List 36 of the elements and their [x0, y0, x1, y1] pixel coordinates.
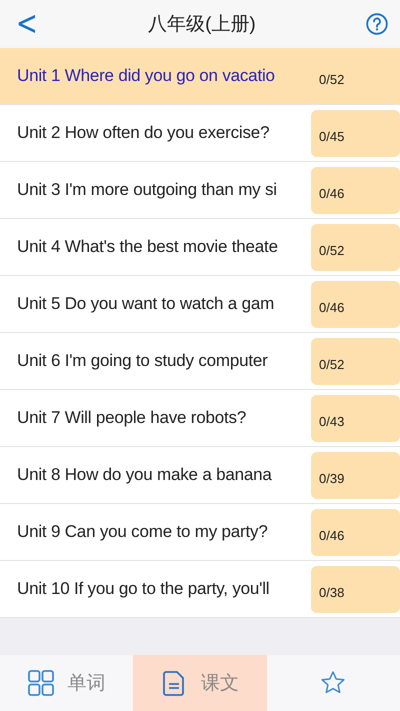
- star-icon: [320, 670, 346, 696]
- unit-title: Unit 1 Where did you go on vacatio: [17, 66, 276, 86]
- unit-row[interactable]: Unit 9 Can you come to my party? 0/46: [0, 504, 400, 561]
- progress-count: 0/46: [311, 166, 400, 214]
- unit-row[interactable]: Unit 3 I'm more outgoing than my si 0/46: [0, 162, 400, 219]
- unit-title: Unit 6 I'm going to study computer: [17, 351, 269, 371]
- progress-count: 0/38: [311, 566, 400, 612]
- progress-count: 0/46: [311, 280, 400, 328]
- document-icon: [160, 670, 187, 696]
- unit-title: Unit 10 If you go to the party, you'll: [17, 579, 270, 599]
- grid-icon: [28, 670, 54, 696]
- unit-row[interactable]: Unit 1 Where did you go on vacatio 0/52: [0, 48, 400, 105]
- unit-row[interactable]: Unit 5 Do you want to watch a gam 0/46: [0, 276, 400, 333]
- unit-title: Unit 7 Will people have robots?: [17, 408, 248, 428]
- unit-row[interactable]: Unit 2 How often do you exercise? 0/45: [0, 105, 400, 162]
- unit-row[interactable]: Unit 6 I'm going to study computer 0/52: [0, 333, 400, 390]
- unit-row[interactable]: Unit 8 How do you make a banana 0/39: [0, 447, 400, 504]
- progress-count: 0/43: [311, 394, 400, 442]
- unit-title: Unit 5 Do you want to watch a gam: [17, 294, 276, 314]
- unit-title: Unit 2 How often do you exercise?: [17, 123, 270, 143]
- back-button[interactable]: <: [16, 7, 38, 41]
- progress-count: 0/52: [311, 338, 400, 384]
- unit-row[interactable]: Unit 10 If you go to the party, you'll 0/38: [0, 561, 400, 618]
- unit-title: Unit 8 How do you make a banana: [17, 465, 273, 485]
- help-icon[interactable]: [366, 13, 388, 35]
- unit-title: Unit 4 What's the best movie theate: [17, 237, 279, 257]
- progress-count: 0/52: [318, 70, 346, 88]
- progress-count: 0/45: [311, 110, 400, 156]
- progress-count: 0/39: [311, 452, 400, 498]
- progress-count: 0/46: [311, 508, 400, 556]
- progress-count: 0/52: [311, 224, 400, 270]
- page-title: 八年级(上册): [148, 13, 256, 37]
- unit-title: Unit 9 Can you come to my party?: [17, 522, 269, 542]
- unit-row[interactable]: Unit 4 What's the best movie theate 0/52: [0, 219, 400, 276]
- unit-row[interactable]: Unit 7 Will people have robots? 0/43: [0, 390, 400, 447]
- unit-title: Unit 3 I'm more outgoing than my si: [17, 180, 278, 200]
